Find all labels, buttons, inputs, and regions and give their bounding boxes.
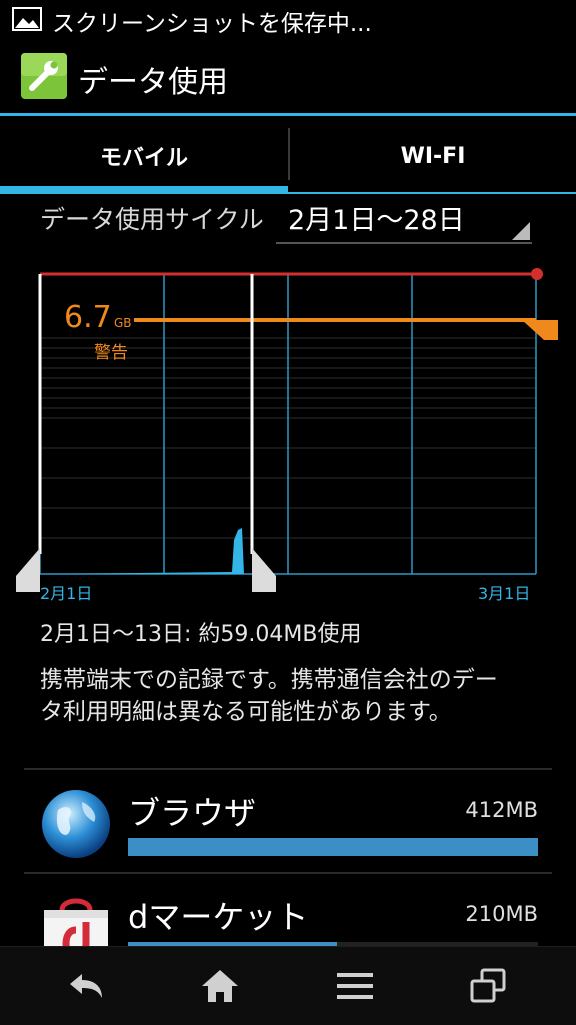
back-button[interactable] xyxy=(26,947,146,1025)
recent-apps-button[interactable] xyxy=(428,947,548,1025)
app-size: 412MB xyxy=(465,798,538,822)
navigation-bar xyxy=(0,946,576,1025)
carrier-notice: 携帯端末での記録です。携帯通信会社のデータ利用明細は異なる可能性があります。 xyxy=(40,667,498,725)
page-title: データ使用 xyxy=(78,65,228,100)
x-axis-end-label: 3月1日 xyxy=(478,584,531,603)
status-bar: スクリーンショットを保存中... xyxy=(0,0,576,38)
globe-icon xyxy=(42,790,110,858)
app-name: dマーケット xyxy=(128,898,309,936)
action-bar: データ使用 xyxy=(0,38,576,116)
cycle-start-handle[interactable] xyxy=(16,548,40,592)
usage-summary: 2月1日～13日: 約59.04MB使用 xyxy=(40,622,362,647)
cycle-label: データ使用サイクル xyxy=(40,205,264,234)
warning-handle[interactable] xyxy=(522,320,558,340)
tab-wifi-label: WI-FI xyxy=(400,143,466,169)
menu-button[interactable] xyxy=(295,947,415,1025)
menu-icon xyxy=(337,973,373,999)
tab-selected-indicator xyxy=(0,186,288,194)
tab-wifi[interactable]: WI-FI xyxy=(290,116,576,196)
cycle-end-handle[interactable] xyxy=(252,548,276,592)
recent-apps-icon xyxy=(470,968,506,1003)
home-icon xyxy=(202,970,238,1002)
status-text: スクリーンショットを保存中... xyxy=(52,11,372,37)
warning-unit: GB xyxy=(114,316,132,330)
usage-chart: 6.7 GB 警告 2月1日 3月1日 xyxy=(0,258,576,608)
usage-bar-fill xyxy=(128,838,538,856)
app-name: ブラウザ xyxy=(128,794,257,832)
cycle-spinner[interactable]: 2月1日～28日 xyxy=(276,196,532,244)
tab-mobile[interactable]: モバイル xyxy=(0,116,288,196)
image-notification-icon xyxy=(12,7,42,31)
home-button[interactable] xyxy=(160,947,280,1025)
app-row-browser[interactable]: ブラウザ 412MB xyxy=(0,774,576,874)
limit-handle[interactable] xyxy=(531,268,543,280)
spinner-arrow-icon xyxy=(512,222,530,240)
usage-bar-track xyxy=(128,838,538,856)
tab-mobile-label: モバイル xyxy=(99,146,188,171)
warning-label: 警告 xyxy=(94,343,128,363)
x-axis-start-label: 2月1日 xyxy=(40,584,93,603)
app-size: 210MB xyxy=(465,902,538,926)
usage-area xyxy=(40,528,244,574)
warning-value: 6.7 xyxy=(64,300,112,335)
divider xyxy=(24,768,552,770)
cycle-value: 2月1日～28日 xyxy=(288,205,465,236)
divider xyxy=(24,872,552,874)
wrench-settings-icon[interactable] xyxy=(20,52,68,100)
tab-bar: モバイル WI-FI xyxy=(0,116,576,196)
back-icon xyxy=(70,974,102,998)
